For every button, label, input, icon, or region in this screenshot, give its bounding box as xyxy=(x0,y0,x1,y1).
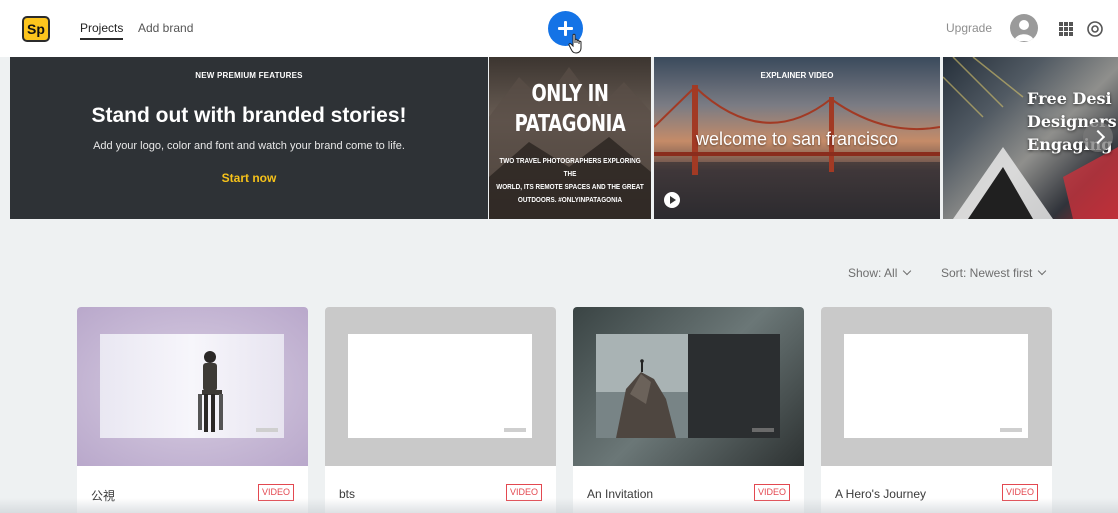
project-thumbnail xyxy=(821,307,1052,466)
video-preview xyxy=(348,334,532,438)
banner-title: Stand out with branded stories! xyxy=(91,104,407,127)
sort-label: Sort: Newest first xyxy=(941,266,1033,280)
patagonia-subtitle: TWO TRAVEL PHOTOGRAPHERS EXPLORING THE W… xyxy=(496,156,644,204)
banner-kicker: NEW PREMIUM FEATURES xyxy=(195,71,303,80)
project-thumbnail xyxy=(573,307,804,466)
san-francisco-title: welcome to san francisco xyxy=(695,129,899,149)
carousel-card-patagonia[interactable]: ONLY IN PATAGONIA TWO TRAVEL PHOTOGRAPHE… xyxy=(489,57,651,219)
watermark xyxy=(1000,428,1022,432)
project-card[interactable]: A Hero's Journey VIDEO xyxy=(821,307,1052,513)
project-thumbnail xyxy=(77,307,308,466)
apps-grid-icon[interactable] xyxy=(1059,22,1073,36)
carousel-next-button[interactable] xyxy=(1083,122,1113,152)
play-icon[interactable] xyxy=(664,192,680,208)
watermark xyxy=(504,428,526,432)
carousel-card-san-francisco[interactable]: EXPLAINER VIDEO welcome to san francisco xyxy=(654,57,940,219)
video-preview xyxy=(596,334,780,438)
tab-projects[interactable]: Projects xyxy=(80,21,124,40)
promo-banner: NEW PREMIUM FEATURES Stand out with bran… xyxy=(10,57,488,219)
upgrade-link[interactable]: Upgrade xyxy=(946,21,992,35)
spark-logo[interactable]: Sp xyxy=(22,16,50,42)
project-thumbnail xyxy=(325,307,556,466)
sort-dropdown[interactable]: Sort: Newest first xyxy=(941,266,1047,280)
video-preview xyxy=(844,334,1028,438)
project-card[interactable]: An Invitation VIDEO xyxy=(573,307,804,513)
watermark xyxy=(752,428,774,432)
avatar-icon[interactable] xyxy=(1010,14,1038,42)
creative-cloud-icon[interactable] xyxy=(1085,19,1105,39)
video-preview xyxy=(100,334,284,438)
top-bar: Sp Projects Add brand Upgrade xyxy=(0,0,1118,57)
project-card[interactable]: bts VIDEO xyxy=(325,307,556,513)
start-now-link[interactable]: Start now xyxy=(10,171,488,185)
show-filter-label: Show: All xyxy=(848,266,898,280)
scroll-fade xyxy=(0,498,1118,513)
patagonia-title: ONLY IN PATAGONIA xyxy=(514,81,626,137)
person-seated-image xyxy=(198,351,223,432)
chevron-down-icon xyxy=(903,266,912,276)
tab-add-brand[interactable]: Add brand xyxy=(138,21,193,35)
project-card[interactable]: 公視 VIDEO xyxy=(77,307,308,513)
banner-subtitle: Add your logo, color and font and watch … xyxy=(93,140,405,152)
chevron-down-icon xyxy=(1038,266,1047,276)
explainer-kicker: EXPLAINER VIDEO xyxy=(760,71,834,80)
rock-landscape-image xyxy=(596,334,780,438)
hand-cursor-icon xyxy=(568,33,582,54)
watermark xyxy=(256,428,278,432)
show-filter-dropdown[interactable]: Show: All xyxy=(848,266,912,280)
